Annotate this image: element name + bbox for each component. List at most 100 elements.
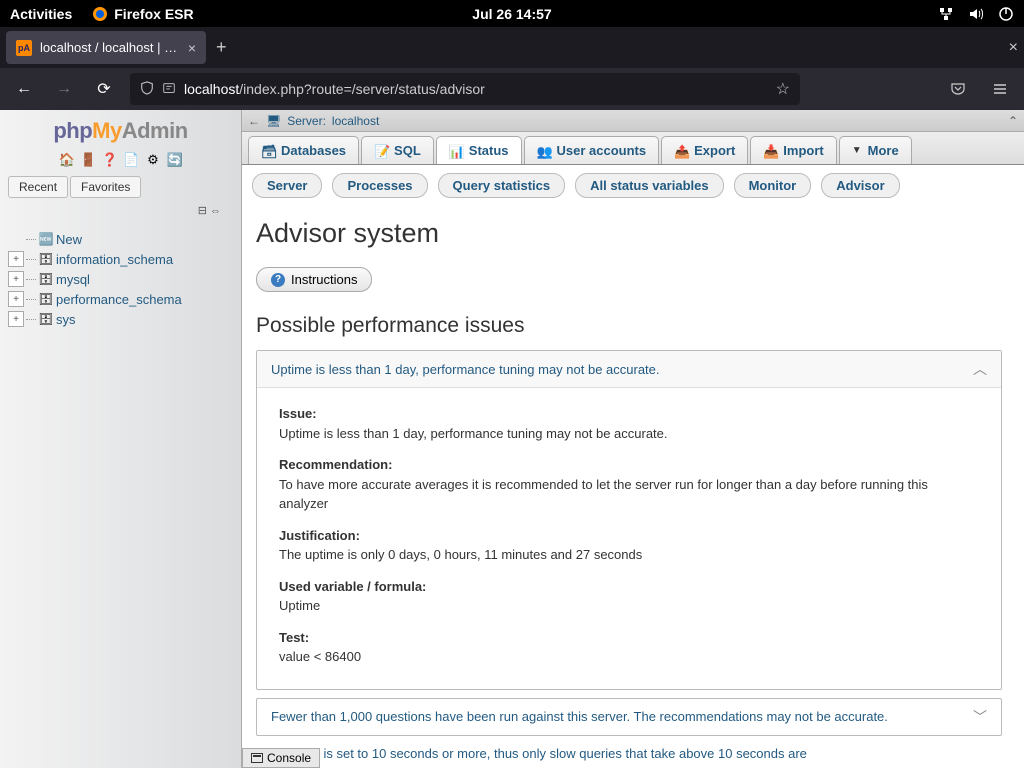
network-icon[interactable] xyxy=(938,6,954,22)
field-value-formula: Uptime xyxy=(279,596,979,616)
main-panel: ← 🖥 Server: localhost ⌃ 🗃Databases 📝SQL … xyxy=(242,110,1024,768)
url-text: localhost/index.php?route=/server/status… xyxy=(184,81,485,97)
tab-sql[interactable]: 📝SQL xyxy=(361,136,434,164)
tab-import[interactable]: 📥Import xyxy=(750,136,836,164)
new-db-icon: 🆕 xyxy=(38,231,54,247)
browser-tab[interactable]: pA localhost / localhost | phpMyAdmin × xyxy=(6,31,206,64)
volume-icon[interactable] xyxy=(968,6,984,22)
field-label-justification: Justification: xyxy=(279,526,979,546)
chevron-down-icon: ﹀ xyxy=(973,707,987,727)
power-icon[interactable] xyxy=(998,6,1014,22)
new-tab-button[interactable]: + xyxy=(216,37,227,58)
tree-collapse-controls[interactable]: ⊟ ⇔ xyxy=(0,198,241,223)
field-value-issue: Uptime is less than 1 day, performance t… xyxy=(279,424,979,444)
clock[interactable]: Jul 26 14:57 xyxy=(472,6,551,22)
field-label-test: Test: xyxy=(279,628,979,648)
breadcrumb: ← 🖥 Server: localhost ⌃ xyxy=(242,110,1024,132)
tab-favicon-icon: pA xyxy=(16,40,32,56)
tab-databases[interactable]: 🗃Databases xyxy=(248,136,359,164)
subtab-all-vars[interactable]: All status variables xyxy=(575,173,724,198)
issue-body: Issue: Uptime is less than 1 day, perfor… xyxy=(257,388,1001,689)
issue-header[interactable]: Uptime is less than 1 day, performance t… xyxy=(257,351,1001,388)
bookmark-star-icon[interactable]: ☆ xyxy=(776,79,790,99)
export-icon: 📤 xyxy=(674,144,688,158)
tab-status[interactable]: 📊Status xyxy=(436,136,522,164)
firefox-icon xyxy=(92,6,108,22)
sql-console-icon[interactable]: 📄 xyxy=(123,152,139,168)
settings-icon[interactable]: ⚙ xyxy=(145,152,161,168)
active-app[interactable]: Firefox ESR xyxy=(92,6,193,22)
back-button[interactable]: ← xyxy=(10,75,38,103)
expand-icon[interactable]: + xyxy=(8,271,24,287)
tree-db-item[interactable]: + 🗄 sys xyxy=(4,309,237,329)
tab-export[interactable]: 📤Export xyxy=(661,136,748,164)
expand-icon[interactable]: + xyxy=(8,311,24,327)
database-icon: 🗄 xyxy=(38,271,54,287)
users-icon: 👥 xyxy=(537,144,551,158)
favorites-tab[interactable]: Favorites xyxy=(70,176,141,198)
field-value-recommendation: To have more accurate averages it is rec… xyxy=(279,475,979,514)
field-label-issue: Issue: xyxy=(279,404,979,424)
activities-button[interactable]: Activities xyxy=(10,6,72,22)
content-area: Advisor system ? Instructions Possible p… xyxy=(242,206,1024,768)
issue-accordion: Uptime is less than 1 day, performance t… xyxy=(256,350,1002,690)
top-tabs: 🗃Databases 📝SQL 📊Status 👥User accounts 📤… xyxy=(242,132,1024,165)
breadcrumb-server-name[interactable]: localhost xyxy=(332,114,379,128)
tree-db-item[interactable]: + 🗄 mysql xyxy=(4,269,237,289)
subtab-processes[interactable]: Processes xyxy=(332,173,427,198)
tab-title: localhost / localhost | phpMyAdmin xyxy=(40,40,180,55)
sidebar-quick-icons: 🏠 🚪 ❓ 📄 ⚙ 🔄 xyxy=(0,148,241,172)
breadcrumb-server-label: Server: xyxy=(287,114,326,128)
forward-button: → xyxy=(50,75,78,103)
database-icon: 🗄 xyxy=(38,251,54,267)
tree-db-item[interactable]: + 🗄 performance_schema xyxy=(4,289,237,309)
expand-icon[interactable]: + xyxy=(8,291,24,307)
sidebar: phpMyAdmin 🏠 🚪 ❓ 📄 ⚙ 🔄 Recent Favorites … xyxy=(0,110,242,768)
field-label-recommendation: Recommendation: xyxy=(279,455,979,475)
subtab-monitor[interactable]: Monitor xyxy=(734,173,812,198)
collapse-nav-icon[interactable]: ← xyxy=(248,114,260,128)
shield-icon xyxy=(140,81,154,98)
url-bar[interactable]: localhost/index.php?route=/server/status… xyxy=(130,73,800,105)
logout-icon[interactable]: 🚪 xyxy=(80,152,96,168)
chevron-down-icon: ▼ xyxy=(852,145,862,156)
tree-new[interactable]: 🆕 New xyxy=(4,229,237,249)
field-value-justification: The uptime is only 0 days, 0 hours, 11 m… xyxy=(279,545,979,565)
reload-button[interactable]: ⟳ xyxy=(90,75,118,103)
help-icon: ? xyxy=(271,273,285,287)
subtab-server[interactable]: Server xyxy=(252,173,322,198)
tab-more[interactable]: ▼More xyxy=(839,136,912,164)
sub-tabs: Server Processes Query statistics All st… xyxy=(242,165,1024,206)
tab-close-button[interactable]: × xyxy=(188,40,196,56)
issue-accordion: Fewer than 1,000 questions have been run… xyxy=(256,698,1002,736)
issue-header-partial[interactable]: ery_time is set to 10 seconds or more, t… xyxy=(256,744,1002,763)
lock-icon xyxy=(162,81,176,98)
home-icon[interactable]: 🏠 xyxy=(58,152,74,168)
sql-icon: 📝 xyxy=(374,144,388,158)
window-close-button[interactable]: × xyxy=(1009,39,1018,57)
import-icon: 📥 xyxy=(763,144,777,158)
window-minimize-icon[interactable]: ⌃ xyxy=(1008,114,1018,128)
tree-db-item[interactable]: + 🗄 information_schema xyxy=(4,249,237,269)
subtab-advisor[interactable]: Advisor xyxy=(821,173,899,198)
pocket-icon[interactable] xyxy=(944,75,972,103)
section-title: Possible performance issues xyxy=(256,314,1002,338)
instructions-button[interactable]: ? Instructions xyxy=(256,267,372,292)
pma-logo[interactable]: phpMyAdmin xyxy=(0,110,241,148)
field-label-formula: Used variable / formula: xyxy=(279,577,979,597)
expand-icon[interactable]: + xyxy=(8,251,24,267)
databases-icon: 🗃 xyxy=(261,144,275,158)
reload-icon[interactable]: 🔄 xyxy=(167,152,183,168)
status-icon: 📊 xyxy=(449,144,463,158)
app-menu-button[interactable] xyxy=(986,75,1014,103)
page-title: Advisor system xyxy=(256,218,1002,249)
sidebar-tabs: Recent Favorites xyxy=(0,172,241,198)
docs-icon[interactable]: ❓ xyxy=(102,152,118,168)
recent-tab[interactable]: Recent xyxy=(8,176,68,198)
issue-header[interactable]: Fewer than 1,000 questions have been run… xyxy=(257,699,1001,735)
tab-users[interactable]: 👥User accounts xyxy=(524,136,660,164)
pma-app: phpMyAdmin 🏠 🚪 ❓ 📄 ⚙ 🔄 Recent Favorites … xyxy=(0,110,1024,768)
console-toggle[interactable]: Console xyxy=(242,748,320,768)
desktop-top-bar: Activities Firefox ESR Jul 26 14:57 xyxy=(0,0,1024,27)
subtab-query-stats[interactable]: Query statistics xyxy=(438,173,566,198)
